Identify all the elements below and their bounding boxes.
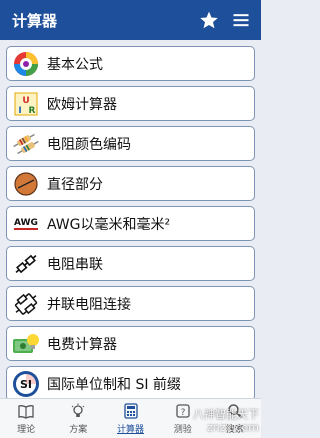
nav-label: 搜索 bbox=[225, 425, 244, 435]
quiz-icon: ? bbox=[174, 402, 192, 420]
series-resistor-icon bbox=[11, 250, 41, 278]
wire-diameter-icon bbox=[11, 170, 41, 198]
electricity-bill-icon bbox=[11, 330, 41, 358]
nav-item-search[interactable]: 搜索 bbox=[209, 399, 261, 438]
list-item-electricity-cost[interactable]: 电费计算器 bbox=[6, 326, 255, 361]
hamburger-menu-icon[interactable] bbox=[229, 8, 253, 32]
calculator-icon bbox=[122, 402, 140, 420]
book-icon bbox=[17, 402, 35, 420]
nav-label: 测验 bbox=[173, 425, 192, 435]
svg-text:AWG: AWG bbox=[14, 218, 38, 228]
list-item-wire-diameter[interactable]: 直径部分 bbox=[6, 166, 255, 201]
list-item-label: 基本公式 bbox=[47, 56, 103, 73]
list-item-parallel-resistors[interactable]: 并联电阻连接 bbox=[6, 286, 255, 321]
calculator-list: 基本公式 U I R 欧姆计算器 电阻颜色编码 直径部分 AWG AWG以毫米和… bbox=[0, 40, 261, 398]
si-units-icon: SI bbox=[11, 370, 41, 398]
list-item-si-units[interactable]: SI 国际单位制和 SI 前缀 bbox=[6, 366, 255, 398]
svg-text:SI: SI bbox=[20, 378, 32, 391]
list-item-label: 电费计算器 bbox=[47, 336, 117, 353]
nav-item-theory[interactable]: 理论 bbox=[0, 399, 52, 438]
svg-text:U: U bbox=[22, 96, 29, 106]
list-item-resistor-color-code[interactable]: 电阻颜色编码 bbox=[6, 126, 255, 161]
resistor-color-icon bbox=[11, 130, 41, 158]
list-item-label: 国际单位制和 SI 前缀 bbox=[47, 376, 181, 393]
parallel-resistor-icon bbox=[11, 290, 41, 318]
nav-item-schemes[interactable]: 方案 bbox=[52, 399, 104, 438]
svg-text:I: I bbox=[18, 106, 21, 116]
list-item-label: 电阻串联 bbox=[47, 256, 103, 273]
nav-item-quiz[interactable]: ? 测验 bbox=[157, 399, 209, 438]
app-bar: 计算器 bbox=[0, 0, 261, 40]
list-item-basic-formulas[interactable]: 基本公式 bbox=[6, 46, 255, 81]
list-item-label: 电阻颜色编码 bbox=[47, 136, 131, 153]
svg-text:?: ? bbox=[180, 408, 185, 418]
list-item-ohm-calculator[interactable]: U I R 欧姆计算器 bbox=[6, 86, 255, 121]
star-icon[interactable] bbox=[197, 8, 221, 32]
list-item-label: 欧姆计算器 bbox=[47, 96, 117, 113]
bottom-nav: 理论 方案 计算器 ? 测验 搜索 bbox=[0, 398, 261, 438]
nav-item-calculator[interactable]: 计算器 bbox=[104, 399, 156, 438]
ohm-triangle-icon: U I R bbox=[11, 90, 41, 118]
search-icon bbox=[226, 402, 244, 420]
nav-label: 理论 bbox=[17, 425, 36, 435]
list-item-label: AWG以毫米和毫米² bbox=[47, 216, 171, 233]
nav-label: 方案 bbox=[69, 425, 88, 435]
list-item-label: 直径部分 bbox=[47, 176, 103, 193]
svg-text:R: R bbox=[29, 106, 36, 116]
nav-label: 计算器 bbox=[117, 425, 145, 435]
list-item-awg[interactable]: AWG AWG以毫米和毫米² bbox=[6, 206, 255, 241]
color-wheel-icon bbox=[11, 50, 41, 78]
lightbulb-icon bbox=[69, 402, 87, 420]
page-title: 计算器 bbox=[12, 11, 58, 30]
list-item-series-resistors[interactable]: 电阻串联 bbox=[6, 246, 255, 281]
list-item-label: 并联电阻连接 bbox=[47, 296, 131, 313]
awg-icon: AWG bbox=[11, 210, 41, 238]
